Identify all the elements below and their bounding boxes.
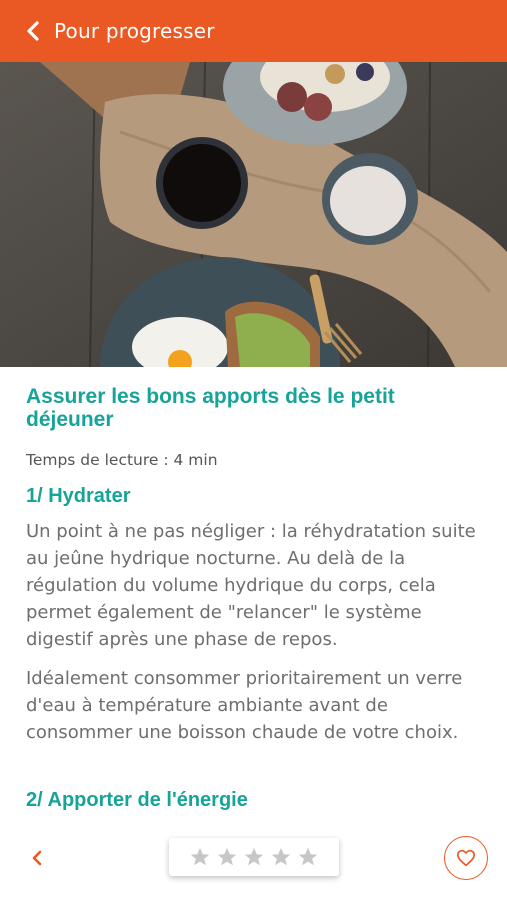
back-label: Pour progresser <box>54 19 215 43</box>
reading-time: Temps de lecture : 4 min <box>26 451 218 469</box>
star-icon[interactable] <box>216 846 238 868</box>
heart-icon <box>457 849 475 867</box>
top-bar: Pour progresser <box>0 0 507 62</box>
section-heading: 2/ Apporter de l'énergie <box>26 789 248 811</box>
chevron-left-icon <box>27 21 39 41</box>
hero-image <box>0 62 507 367</box>
article-title: Assurer les bons apports dès le petit dé… <box>26 385 395 431</box>
bottom-bar <box>0 826 507 900</box>
chevron-left-icon[interactable] <box>30 848 44 868</box>
back-button[interactable]: Pour progresser <box>26 19 215 43</box>
paragraph: Idéalement consommer prioritairement un … <box>26 668 463 743</box>
star-icon[interactable] <box>270 846 292 868</box>
star-icon[interactable] <box>243 846 265 868</box>
star-icon[interactable] <box>189 846 211 868</box>
paragraph: Un point à ne pas négliger : la réhydrat… <box>26 521 476 650</box>
section-heading: 1/ Hydrater <box>26 485 131 507</box>
favorite-button[interactable] <box>444 836 488 880</box>
star-icon[interactable] <box>297 846 319 868</box>
rating-stars <box>169 838 339 876</box>
